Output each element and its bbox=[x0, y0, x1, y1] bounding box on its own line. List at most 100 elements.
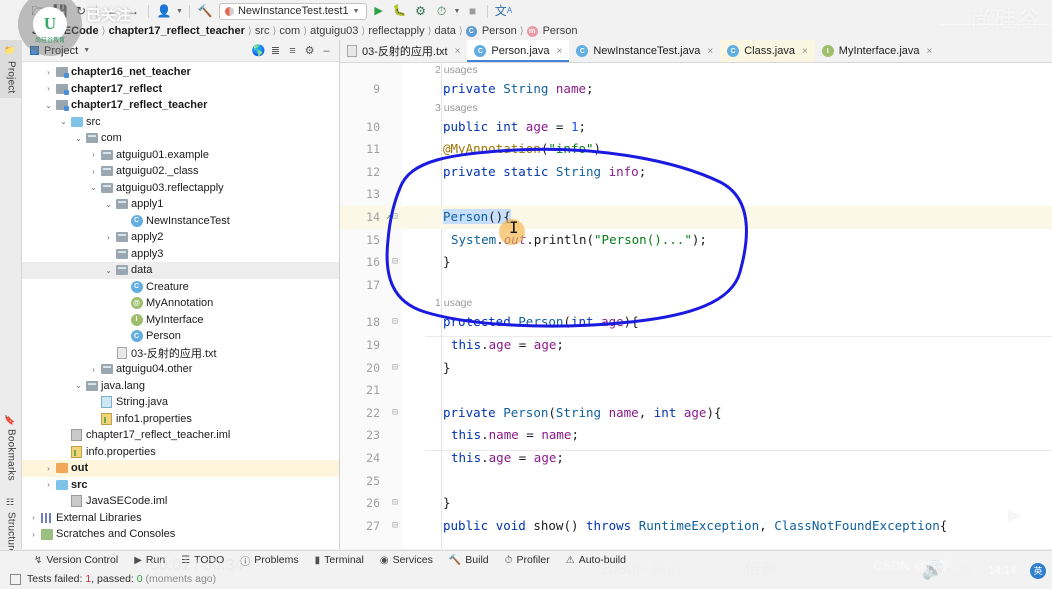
close-icon[interactable]: × bbox=[927, 46, 933, 57]
profile-chevron-down-icon[interactable]: ▼ bbox=[454, 8, 461, 15]
code-fold-icon[interactable]: ⊟ bbox=[392, 515, 398, 538]
code-fold-icon[interactable]: ⊟ bbox=[392, 492, 398, 515]
tree-node-out[interactable]: › out bbox=[22, 460, 339, 477]
chevron-right-icon[interactable]: › bbox=[88, 167, 99, 176]
close-icon[interactable]: × bbox=[802, 46, 808, 57]
code-fold-icon[interactable]: ⊟ bbox=[392, 251, 398, 274]
tree-node-data[interactable]: ⌄ data bbox=[22, 262, 339, 279]
gear-icon[interactable]: ⚙ bbox=[301, 43, 318, 59]
toolbar-item-auto-build[interactable]: ⚠ Auto-build bbox=[566, 554, 626, 566]
tree-node-src[interactable]: › src bbox=[22, 477, 339, 494]
tree-node-atguigu02-class[interactable]: › atguigu02._class bbox=[22, 163, 339, 180]
tree-node-java-lang[interactable]: ⌄ java.lang bbox=[22, 378, 339, 395]
hammer-icon[interactable]: 🔨 bbox=[196, 3, 214, 19]
toolbar-item-problems[interactable]: ⓘ Problems bbox=[240, 553, 298, 568]
code-fold-icon[interactable]: ⊟ bbox=[392, 402, 398, 425]
breadcrumb-item-1[interactable]: chapter17_reflect_teacher bbox=[109, 25, 245, 37]
chevron-right-icon[interactable]: · bbox=[103, 249, 114, 258]
project-tree[interactable]: › chapter16_net_teacher › chapter17_reflect… bbox=[22, 62, 339, 549]
tree-node-atguigu01-example[interactable]: › atguigu01.example bbox=[22, 147, 339, 164]
toolbar-item-version-control[interactable]: ↯ Version Control bbox=[34, 554, 118, 566]
toolbar-item-profiler[interactable]: ⏱ Profiler bbox=[505, 554, 550, 566]
chevron-down-icon[interactable]: ⌄ bbox=[58, 117, 69, 126]
breadcrumb-item-3[interactable]: com bbox=[279, 25, 300, 37]
tree-node-atguigu04-other[interactable]: › atguigu04.other bbox=[22, 361, 339, 378]
run-button[interactable]: ▶ bbox=[370, 3, 388, 19]
tree-node-chapter16-net-teacher[interactable]: › chapter16_net_teacher bbox=[22, 64, 339, 81]
follow-status-label[interactable]: 已关注 bbox=[86, 4, 131, 25]
tree-node-scratches-and-consoles[interactable]: › Scratches and Consoles bbox=[22, 526, 339, 543]
tree-node-src[interactable]: ⌄ src bbox=[22, 114, 339, 131]
toolbar-item-terminal[interactable]: ▮ Terminal bbox=[315, 554, 364, 566]
breadcrumb-item-6[interactable]: data bbox=[435, 25, 456, 37]
close-icon[interactable]: × bbox=[707, 46, 713, 57]
breadcrumb-item-4[interactable]: atguigu03 bbox=[310, 25, 358, 37]
tree-node-03-txt[interactable]: · 03-反射的应用.txt bbox=[22, 345, 339, 362]
tree-node-external-libraries[interactable]: › External Libraries bbox=[22, 510, 339, 527]
toolbar-item-build[interactable]: 🔨 Build bbox=[449, 554, 489, 566]
tab-person-java[interactable]: C Person.java × bbox=[467, 40, 570, 62]
tab-newinstancetest-java[interactable]: C NewInstanceTest.java × bbox=[569, 40, 720, 62]
chevron-right-icon[interactable]: › bbox=[43, 480, 54, 489]
chevron-down-icon[interactable]: ⌄ bbox=[103, 200, 114, 209]
tree-node-newinstancetest[interactable]: ·CNewInstanceTest bbox=[22, 213, 339, 230]
tree-node-com[interactable]: ⌄ com bbox=[22, 130, 339, 147]
run-with-coverage-button[interactable]: ⚙ bbox=[412, 3, 430, 19]
chevron-right-icon[interactable]: › bbox=[88, 365, 99, 374]
code-fold-icon[interactable]: ⊟ bbox=[392, 357, 398, 380]
chevron-right-icon[interactable]: · bbox=[118, 332, 129, 341]
globe-icon[interactable]: 🌎 bbox=[250, 43, 267, 59]
chevron-right-icon[interactable]: · bbox=[118, 216, 129, 225]
code-editor[interactable]: 2 usages 9 private String name; 3 usages 10 p… bbox=[340, 63, 1052, 549]
translate-icon[interactable]: 文A bbox=[494, 3, 512, 19]
tree-node-chapter17-reflect-teacher-iml[interactable]: · chapter17_reflect_teacher.iml bbox=[22, 427, 339, 444]
sidebar-item-bookmarks[interactable]: 🔖 Bookmarks bbox=[0, 408, 22, 488]
breadcrumb-item-8[interactable]: Person bbox=[543, 25, 578, 37]
chevron-right-icon[interactable]: · bbox=[88, 398, 99, 407]
tree-node-apply3[interactable]: · apply3 bbox=[22, 246, 339, 263]
chevron-down-icon[interactable]: ⌄ bbox=[88, 183, 99, 192]
tab-myinterface-java[interactable]: I MyInterface.java × bbox=[815, 40, 940, 62]
chevron-right-icon[interactable]: · bbox=[103, 348, 114, 357]
chevron-right-icon[interactable]: · bbox=[58, 431, 69, 440]
chevron-down-icon[interactable]: ⌄ bbox=[73, 134, 84, 143]
chevron-down-icon[interactable]: ⌄ bbox=[43, 101, 54, 110]
tree-node-myinterface[interactable]: ·IMyInterface bbox=[22, 312, 339, 329]
minimize-icon[interactable]: – bbox=[318, 43, 335, 59]
run-configuration-selector[interactable]: NewInstanceTest.test1 ▼ bbox=[218, 2, 367, 20]
editor-tab-bar[interactable]: 03-反射的应用.txt × C Person.java × C NewInstanceTe… bbox=[340, 40, 1052, 63]
code-fold-icon[interactable]: ⊟ bbox=[392, 206, 398, 229]
chevron-right-icon[interactable]: · bbox=[118, 315, 129, 324]
stop-button[interactable]: ■ bbox=[463, 3, 481, 19]
tree-node-info1-properties[interactable]: · info1.properties bbox=[22, 411, 339, 428]
breadcrumb-item-2[interactable]: src bbox=[255, 25, 270, 37]
tab-class-java[interactable]: C Class.java × bbox=[720, 40, 815, 62]
toolbar-item-run[interactable]: ▶ Run bbox=[134, 554, 165, 566]
chevron-right-icon[interactable]: · bbox=[118, 299, 129, 308]
user-icon[interactable]: 👤 bbox=[155, 3, 173, 19]
toolbar-item-todo[interactable]: ☰ TODO bbox=[181, 554, 224, 566]
chevron-right-icon[interactable]: · bbox=[58, 497, 69, 506]
override-gutter-icon[interactable]: ↗ bbox=[386, 206, 391, 229]
chevron-down-icon[interactable]: ▼ bbox=[83, 47, 90, 54]
tree-node-creature[interactable]: ·CCreature bbox=[22, 279, 339, 296]
profile-button[interactable]: ⏱ bbox=[433, 3, 451, 19]
code-fold-icon[interactable]: ⊟ bbox=[392, 311, 398, 334]
close-icon[interactable]: × bbox=[455, 46, 461, 57]
tree-node-apply2[interactable]: › apply2 bbox=[22, 229, 339, 246]
tree-node-chapter17-reflect-teacher[interactable]: ⌄ chapter17_reflect_teacher bbox=[22, 97, 339, 114]
toolbar-item-services[interactable]: ◉ Services bbox=[380, 554, 433, 566]
collapse-all-icon[interactable]: ≡ bbox=[284, 43, 301, 59]
sidebar-item-project[interactable]: 📁 Project bbox=[0, 40, 22, 98]
chevron-right-icon[interactable]: › bbox=[43, 84, 54, 93]
chevron-down-icon[interactable]: ▼ bbox=[353, 8, 360, 15]
chevron-right-icon[interactable]: · bbox=[58, 447, 69, 456]
expand-all-icon[interactable]: ≣ bbox=[267, 43, 284, 59]
tree-node-javasecode-iml[interactable]: · JavaSECode.iml bbox=[22, 493, 339, 510]
breadcrumb-item-7[interactable]: Person bbox=[482, 25, 517, 37]
tree-node-person[interactable]: ·CPerson bbox=[22, 328, 339, 345]
close-icon[interactable]: × bbox=[557, 46, 563, 57]
chevron-down-icon[interactable]: ⌄ bbox=[73, 381, 84, 390]
chevron-right-icon[interactable]: › bbox=[88, 150, 99, 159]
tree-node-string-java[interactable]: · String.java bbox=[22, 394, 339, 411]
